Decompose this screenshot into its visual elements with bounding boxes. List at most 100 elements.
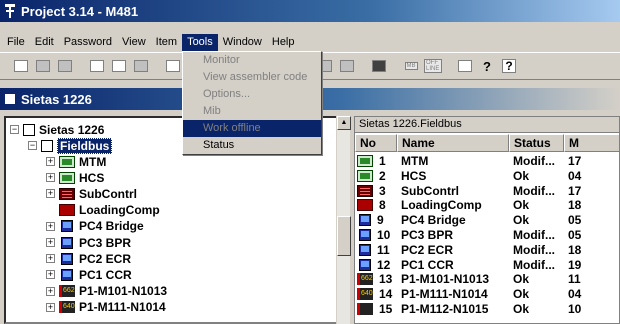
tree-node[interactable]: + MTM bbox=[46, 154, 106, 169]
expand-icon[interactable]: + bbox=[46, 173, 55, 183]
menu-password[interactable]: Password bbox=[59, 34, 117, 51]
menu-item-work-offline[interactable]: Work offline bbox=[183, 120, 321, 137]
menu-window[interactable]: Window bbox=[218, 34, 267, 51]
table-row[interactable]: 1 MTM Modif... 17 bbox=[355, 154, 619, 168]
table-row[interactable]: 3 SubContrl Modif... 17 bbox=[355, 183, 619, 198]
tree-node[interactable]: +640 P1-M111-N1014 bbox=[46, 300, 166, 315]
cell-m: 10 bbox=[568, 302, 582, 316]
offline-icon[interactable]: OFF LINE bbox=[424, 57, 442, 75]
cell-name: HCS bbox=[401, 168, 427, 183]
column-header-no[interactable]: No bbox=[355, 134, 397, 152]
column-header-m[interactable]: M bbox=[564, 134, 619, 152]
expand-icon[interactable]: + bbox=[46, 270, 55, 280]
menu-item-options[interactable]: Options... bbox=[183, 86, 321, 103]
project-title: Sietas 1226 bbox=[21, 91, 92, 107]
expand-icon[interactable]: + bbox=[46, 286, 55, 296]
copy-icon[interactable] bbox=[110, 57, 128, 75]
menu-edit[interactable]: Edit bbox=[30, 34, 59, 51]
expand-icon[interactable]: + bbox=[46, 189, 55, 199]
table-row[interactable]: 2 HCS Ok 04 bbox=[355, 168, 619, 183]
save-icon[interactable] bbox=[56, 57, 74, 75]
tree-node[interactable]: + PC2 ECR bbox=[46, 251, 131, 266]
tree-node[interactable]: + PC1 CCR bbox=[46, 267, 132, 282]
table-row[interactable]: 12 PC1 CCR Modif... 19 bbox=[355, 257, 619, 272]
cut-icon[interactable] bbox=[88, 57, 106, 75]
tree-scrollbar[interactable]: ▲ bbox=[336, 116, 351, 324]
tree-node[interactable]: LoadingComp bbox=[46, 203, 160, 218]
table-row[interactable]: 10 PC3 BPR Modif... 05 bbox=[355, 228, 619, 242]
tree-node-label: P1-M111-N1014 bbox=[79, 300, 166, 315]
collapse-icon[interactable]: − bbox=[10, 125, 19, 134]
tree-node[interactable]: + PC3 BPR bbox=[46, 235, 131, 250]
cell-m: 19 bbox=[568, 257, 582, 272]
tree-node[interactable]: + SubContrl bbox=[46, 186, 137, 201]
menu-view[interactable]: View bbox=[117, 34, 151, 51]
scroll-thumb[interactable] bbox=[337, 216, 351, 256]
tree-node[interactable]: +662 P1-M101-N1013 bbox=[46, 284, 167, 299]
tree-node-label: LoadingComp bbox=[79, 203, 160, 218]
tree-node[interactable]: + PC4 Bridge bbox=[46, 219, 144, 234]
tree-node-label: PC4 Bridge bbox=[79, 219, 144, 234]
expand-icon[interactable]: + bbox=[46, 157, 55, 166]
device-icon: 640 bbox=[59, 301, 75, 314]
expand-icon[interactable]: + bbox=[46, 302, 55, 312]
cell-status: Ok bbox=[513, 198, 530, 213]
module-icon[interactable] bbox=[370, 57, 388, 75]
help-icon[interactable]: ? bbox=[478, 57, 496, 75]
table-row[interactable]: 9 PC4 Bridge Ok 05 bbox=[355, 213, 619, 227]
cell-no: 15 bbox=[355, 302, 397, 316]
menu-tools[interactable]: Tools bbox=[182, 33, 218, 51]
row-number: 1 bbox=[379, 154, 386, 168]
paste-icon[interactable] bbox=[132, 57, 150, 75]
fieldbus-panel: Sietas 1226.Fieldbus No Name Status M 1 MTM M… bbox=[354, 116, 620, 324]
row-number: 14 bbox=[379, 287, 393, 302]
undo-icon[interactable] bbox=[164, 57, 182, 75]
menu-item-status[interactable]: Status bbox=[183, 137, 321, 154]
cell-no: 3 bbox=[355, 184, 397, 198]
menu-file[interactable]: File bbox=[2, 34, 30, 51]
row-number: 12 bbox=[377, 257, 391, 272]
cell-m: 04 bbox=[568, 287, 582, 302]
cell-no: 8 bbox=[355, 198, 397, 212]
menu-item-mib[interactable]: Mib bbox=[183, 103, 321, 120]
column-header-status[interactable]: Status bbox=[509, 134, 564, 152]
menu-help[interactable]: Help bbox=[267, 34, 300, 51]
column-header-name[interactable]: Name bbox=[397, 134, 509, 152]
tree-node[interactable]: + HCS bbox=[46, 170, 104, 185]
pc-icon bbox=[61, 220, 73, 233]
table-row[interactable]: 11 PC2 ECR Modif... 18 bbox=[355, 242, 619, 257]
menu-item-monitor[interactable]: Monitor bbox=[183, 52, 321, 69]
mb-icon[interactable]: MB bbox=[402, 57, 420, 75]
table-row[interactable]: 640 14 P1-M111-N1014 Ok 04 bbox=[355, 287, 619, 302]
menu-item[interactable]: Item bbox=[151, 34, 182, 51]
expand-icon[interactable]: + bbox=[46, 221, 55, 231]
print-icon[interactable] bbox=[456, 57, 474, 75]
device-icon: 662 bbox=[357, 273, 373, 286]
collapse-icon[interactable]: − bbox=[28, 141, 37, 150]
cell-m: 17 bbox=[568, 183, 582, 198]
tree-fieldbus[interactable]: − Fieldbus bbox=[28, 137, 113, 154]
context-help-icon[interactable]: ? bbox=[500, 57, 518, 75]
table-row[interactable]: 8 LoadingComp Ok 18 bbox=[355, 198, 619, 213]
menu-item-view-assembler-code[interactable]: View assembler code bbox=[183, 69, 321, 86]
cell-no: 9 bbox=[355, 213, 397, 227]
scroll-up-icon[interactable]: ▲ bbox=[337, 116, 351, 130]
tree-root[interactable]: − Sietas 1226 bbox=[10, 122, 104, 137]
table-row[interactable]: 662 13 P1-M101-N1013 Ok 11 bbox=[355, 272, 619, 287]
tree-node-label: PC2 ECR bbox=[79, 251, 132, 266]
row-number: 9 bbox=[377, 213, 384, 228]
row-number: 13 bbox=[379, 272, 393, 287]
expand-icon[interactable]: + bbox=[46, 238, 55, 247]
table-row[interactable]: 15 P1-M112-N1015 Ok 10 bbox=[355, 302, 619, 316]
tree-node-label: HCS bbox=[79, 170, 105, 185]
cell-m: 18 bbox=[568, 198, 582, 213]
monitor-module-icon bbox=[357, 169, 373, 182]
new-icon[interactable] bbox=[12, 57, 30, 75]
cell-status: Modif... bbox=[513, 242, 555, 257]
cell-status: Ok bbox=[513, 302, 530, 316]
expand-icon[interactable]: + bbox=[46, 254, 55, 264]
open-icon[interactable] bbox=[34, 57, 52, 75]
tree-fieldbus-label: Fieldbus bbox=[57, 137, 113, 154]
pc-icon bbox=[61, 252, 73, 265]
disconnect-icon[interactable] bbox=[338, 57, 356, 75]
